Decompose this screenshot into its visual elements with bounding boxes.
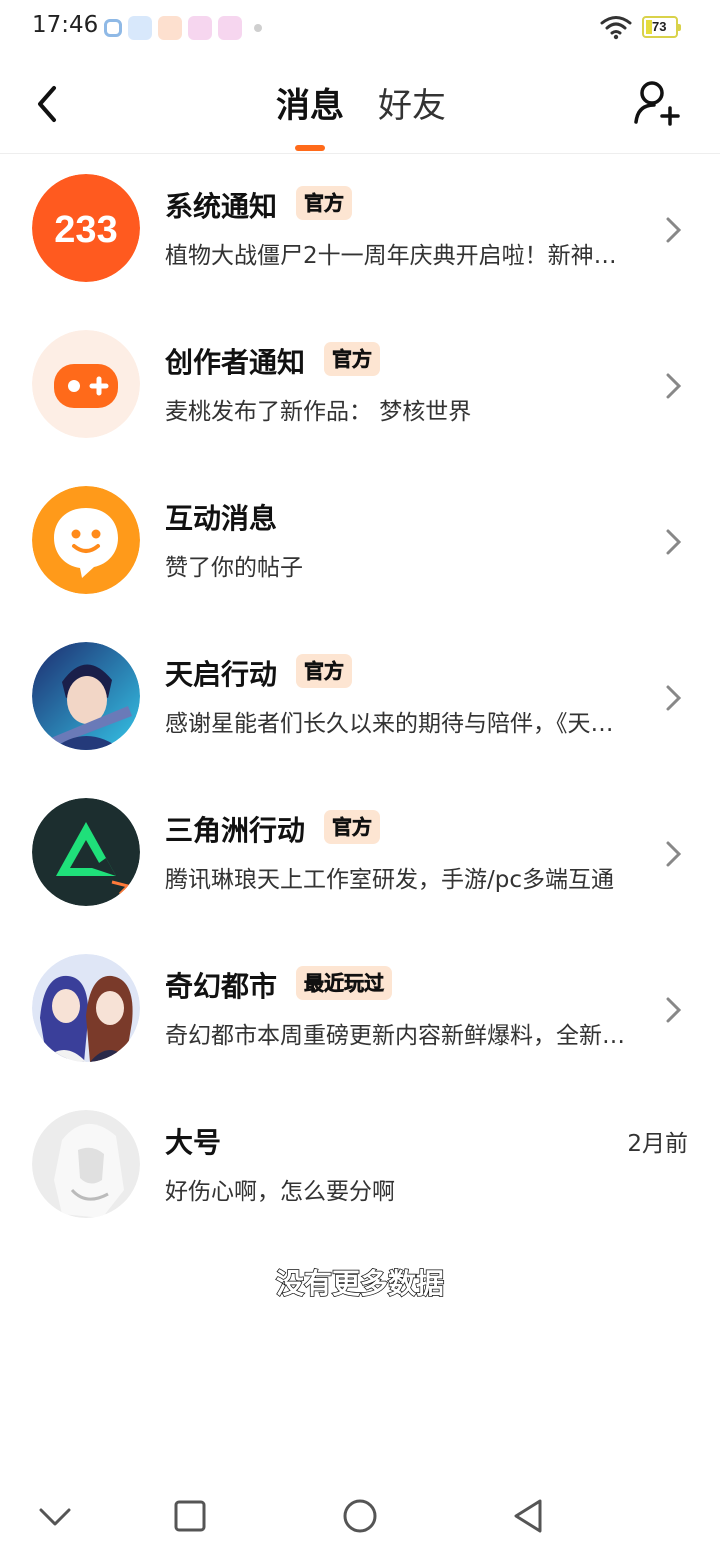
message-title: 互动消息 [165, 502, 278, 535]
message-preview: 植物大战僵尸2十一周年庆典开启啦！新神器首发金盏花 [165, 243, 635, 269]
svg-text:233: 233 [54, 209, 117, 251]
message-title: 天启行动 [165, 658, 278, 691]
app-notification-icon [188, 16, 212, 40]
battery-level: 73 [652, 19, 667, 34]
chevron-right-icon [666, 373, 682, 399]
status-time: 17:46 [32, 12, 99, 38]
add-friend-button[interactable] [632, 78, 682, 128]
message-preview: 麦桃发布了新作品： 梦核世界 [165, 399, 472, 425]
official-badge: 官方 [296, 654, 352, 688]
message-preview: 奇幻都市本周重磅更新内容新鲜爆料，全新玩法 [165, 1023, 635, 1049]
back-button[interactable] [28, 82, 68, 126]
official-badge: 官方 [296, 186, 352, 220]
chevron-down-icon[interactable] [33, 1494, 77, 1538]
search-notification-icon [104, 19, 122, 37]
status-bar: 17:46 73 [0, 0, 720, 56]
official-badge: 官方 [324, 342, 380, 376]
chevron-right-icon [666, 685, 682, 711]
home-button[interactable] [338, 1494, 382, 1538]
list-item-system-notice[interactable]: 233 系统通知 官方 植物大战僵尸2十一周年庆典开启啦！新神器首发金盏花 [0, 152, 720, 308]
recent-apps-button[interactable] [168, 1494, 212, 1538]
active-tab-indicator [295, 145, 325, 151]
tab-messages[interactable]: 消息 [276, 78, 344, 127]
header: 消息 好友 [0, 56, 720, 154]
gamepad-plus-icon [32, 330, 140, 438]
game-character-avatar [32, 642, 140, 750]
message-preview: 腾讯琳琅天上工作室研发，手游/pc多端互通 [165, 867, 614, 893]
download-notification-icon [128, 16, 152, 40]
message-title: 三角洲行动 [165, 814, 306, 847]
message-list: 233 系统通知 官方 植物大战僵尸2十一周年庆典开启啦！新神器首发金盏花 创作… [0, 152, 720, 1244]
233-logo-avatar: 233 [32, 174, 140, 282]
no-more-data-label: 没有更多数据 [275, 1266, 445, 1301]
notification-icons [104, 16, 262, 40]
message-title: 大号 [165, 1126, 222, 1159]
app-notification-icon [218, 16, 242, 40]
tab-friends[interactable]: 好友 [378, 78, 446, 127]
official-badge: 官方 [324, 810, 380, 844]
user-avatar [32, 1110, 140, 1218]
wifi-icon [600, 16, 632, 40]
smile-bubble-icon [32, 486, 140, 594]
message-preview: 好伤心啊，怎么要分啊 [165, 1179, 395, 1205]
anime-characters-avatar [32, 954, 140, 1062]
battery-icon: 73 [642, 16, 681, 38]
chevron-right-icon [666, 997, 682, 1023]
list-item-fantasy-city[interactable]: 奇幻都市 最近玩过 奇幻都市本周重磅更新内容新鲜爆料，全新玩法 [0, 932, 720, 1088]
message-title: 系统通知 [165, 190, 278, 223]
message-time: 2月前 [627, 1131, 688, 1157]
system-nav-bar [0, 1470, 720, 1560]
message-preview: 感谢星能者们长久以来的期待与陪伴，《天启行动》 [165, 711, 635, 737]
message-preview: 赞了你的帖子 [165, 555, 303, 581]
recently-played-badge: 最近玩过 [296, 966, 392, 1000]
chevron-right-icon [666, 217, 682, 243]
chevron-right-icon [666, 841, 682, 867]
message-title: 奇幻都市 [165, 970, 278, 1003]
back-nav-button[interactable] [506, 1494, 550, 1538]
list-item-tianqi[interactable]: 天启行动 官方 感谢星能者们长久以来的期待与陪伴，《天启行动》 [0, 620, 720, 776]
list-item-creator-notice[interactable]: 创作者通知 官方 麦桃发布了新作品： 梦核世界 [0, 308, 720, 464]
chevron-right-icon [666, 529, 682, 555]
app-notification-icon [158, 16, 182, 40]
list-item-interaction[interactable]: 互动消息 赞了你的帖子 [0, 464, 720, 620]
list-item-alt-account[interactable]: 大号 2月前 好伤心啊，怎么要分啊 [0, 1088, 720, 1244]
message-title: 创作者通知 [165, 346, 306, 379]
more-notifications-icon [254, 24, 262, 32]
list-item-delta-force[interactable]: 三角洲行动 官方 腾讯琳琅天上工作室研发，手游/pc多端互通 [0, 776, 720, 932]
delta-logo [32, 798, 140, 906]
